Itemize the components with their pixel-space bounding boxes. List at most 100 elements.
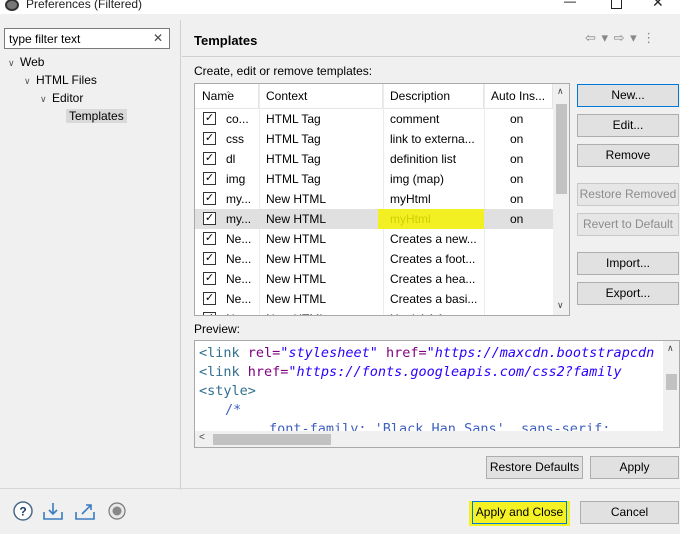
scroll-down-icon[interactable]: ∨ <box>557 300 564 311</box>
revert-to-default-button[interactable]: Revert to Default <box>577 213 679 236</box>
scrollbar-thumb[interactable] <box>666 374 677 390</box>
code-token: /* <box>225 402 242 418</box>
export-preferences-icon[interactable] <box>74 500 96 522</box>
cell-auto <box>484 269 553 289</box>
preview-line: <link rel="stylesheet" href="https://max… <box>199 345 654 361</box>
table-row[interactable]: ✓ Ne... New HTML Creates a new... <box>195 229 553 249</box>
maximize-button[interactable] <box>611 0 622 9</box>
table-row[interactable]: ✓my...New HTMLmyHtmlon <box>195 189 553 209</box>
preview-vertical-scrollbar[interactable]: ∧ <box>663 341 679 447</box>
cell-description: definition list <box>390 152 457 166</box>
table-row[interactable]: ✓ css HTML Tag link to externa... on <box>195 129 553 149</box>
new-button[interactable]: New... <box>577 84 679 107</box>
cell-context: New HTML <box>266 252 327 266</box>
preview-editor[interactable]: <link rel="stylesheet" href="https://max… <box>194 340 680 448</box>
tree-item-templates[interactable]: Templates <box>8 107 127 125</box>
close-button[interactable]: ✕ <box>652 0 664 11</box>
table-row[interactable]: ✓ dl HTML Tag definition list on <box>195 149 553 169</box>
cancel-button[interactable]: Cancel <box>580 501 679 524</box>
table-header: ⌃ Name Context Description Auto Ins... <box>195 84 553 109</box>
cell-context: New HTML <box>259 309 383 315</box>
import-button[interactable]: Import... <box>577 252 679 275</box>
cell-auto: on <box>510 212 524 226</box>
scrollbar-thumb[interactable] <box>556 104 567 194</box>
help-icon[interactable]: ? <box>12 500 34 522</box>
apply-and-close-button[interactable]: Apply and Close <box>472 501 567 524</box>
row-checkbox[interactable]: ✓ <box>203 112 216 125</box>
row-checkbox[interactable]: ✓ <box>203 172 216 185</box>
row-checkbox[interactable]: ✓ <box>203 152 216 165</box>
edit-button[interactable]: Edit... <box>577 114 679 137</box>
record-icon[interactable] <box>106 500 128 522</box>
column-header-auto-insert[interactable]: Auto Ins... <box>484 84 553 109</box>
tree-item-web[interactable]: ∨ Web <box>8 53 127 71</box>
apply-button[interactable]: Apply <box>590 456 679 479</box>
code-token: <style> <box>199 383 256 399</box>
templates-subtitle: Create, edit or remove templates: <box>194 64 373 78</box>
scrollbar-thumb[interactable] <box>213 434 331 445</box>
cell-description: Creates a hea... <box>390 272 476 286</box>
code-token: <link <box>199 345 248 361</box>
row-checkbox[interactable]: ✓ <box>203 232 216 245</box>
table-scrollbar[interactable]: ∧ ∨ <box>553 84 569 315</box>
preview-horizontal-scrollbar[interactable]: < <box>195 431 663 447</box>
cell-auto <box>484 229 553 249</box>
row-checkbox[interactable]: ✓ <box>203 272 216 285</box>
scroll-up-icon[interactable]: ∧ <box>667 343 674 354</box>
table-row[interactable]: ✓ Ne... New HTML Creates a hea... <box>195 269 553 289</box>
row-checkbox[interactable]: ✓ <box>203 252 216 265</box>
cell-context: New HTML <box>266 292 327 306</box>
column-header-context[interactable]: Context <box>259 84 383 109</box>
table-row[interactable]: ✓ Ne... New HTML Creates a basi... <box>195 289 553 309</box>
tree-item-label: HTML Files <box>36 73 97 87</box>
tree-item-editor[interactable]: ∨ Editor <box>8 89 127 107</box>
cell-name: Ne... <box>226 252 252 266</box>
header-label: Context <box>266 89 308 103</box>
table-row[interactable]: ✓my...New HTMLmyHtmlon <box>195 209 553 229</box>
cell-context: New HTML <box>266 232 327 246</box>
table-row[interactable]: ✓ img HTML Tag img (map) on <box>195 169 553 189</box>
cell-name: Ne... <box>226 232 252 246</box>
chevron-down-icon[interactable]: ∨ <box>8 54 20 72</box>
row-checkbox[interactable]: ✓ <box>203 292 216 305</box>
cell-auto <box>484 289 553 309</box>
row-checkbox[interactable]: ✓ <box>203 132 216 145</box>
preview-line: <link href="https://fonts.googleapis.com… <box>199 364 622 380</box>
row-checkbox[interactable]: ✓ <box>203 312 216 315</box>
sort-caret-icon: ⌃ <box>225 90 232 99</box>
table-row[interactable]: ✓Ne...New HTMLHtml 4.1 f... <box>195 309 553 315</box>
preferences-window: Preferences (Filtered) — ✕ ✕ ∨Web ∨HTML … <box>0 0 680 534</box>
minimize-button[interactable]: — <box>563 0 577 10</box>
cell-name: img <box>226 172 246 186</box>
import-preferences-icon[interactable] <box>42 500 64 522</box>
chevron-down-icon[interactable]: ∨ <box>24 72 36 90</box>
restore-defaults-button[interactable]: Restore Defaults <box>486 456 583 479</box>
clear-filter-icon[interactable]: ✕ <box>153 31 163 45</box>
table-row[interactable]: ✓ co... HTML Tag comment on <box>195 109 553 129</box>
scroll-left-icon[interactable]: < <box>199 432 205 443</box>
cell-description: Creates a basi... <box>390 292 478 306</box>
column-header-description[interactable]: Description <box>383 84 484 109</box>
pane-divider[interactable] <box>180 20 181 490</box>
row-checkbox[interactable]: ✓ <box>203 212 216 225</box>
header-separator <box>182 56 680 57</box>
cell-name: Ne... <box>226 292 252 306</box>
cell-name: dl <box>226 152 236 166</box>
row-checkbox[interactable]: ✓ <box>203 192 216 205</box>
column-header-name[interactable]: ⌃ Name <box>195 84 259 109</box>
remove-button[interactable]: Remove <box>577 144 679 167</box>
table-row[interactable]: ✓ Ne... New HTML Creates a foot... <box>195 249 553 269</box>
cell-name: co... <box>226 112 249 126</box>
code-token: "stylesheet" <box>280 345 378 361</box>
history-nav-icons[interactable]: ⇦ ▾ ⇨ ▾ ⋮ <box>585 30 656 46</box>
restore-removed-button[interactable]: Restore Removed <box>577 183 679 206</box>
tree-item-html-files[interactable]: ∨ HTML Files <box>8 71 127 89</box>
tree-item-label: Editor <box>52 91 84 105</box>
cell-description: img (map) <box>390 172 445 186</box>
chevron-down-icon[interactable]: ∨ <box>40 90 52 108</box>
cell-context: HTML Tag <box>266 172 321 186</box>
scroll-up-icon[interactable]: ∧ <box>557 86 564 97</box>
filter-input[interactable] <box>4 28 170 49</box>
export-button[interactable]: Export... <box>577 282 679 305</box>
tree-item-label: Web <box>20 55 45 69</box>
